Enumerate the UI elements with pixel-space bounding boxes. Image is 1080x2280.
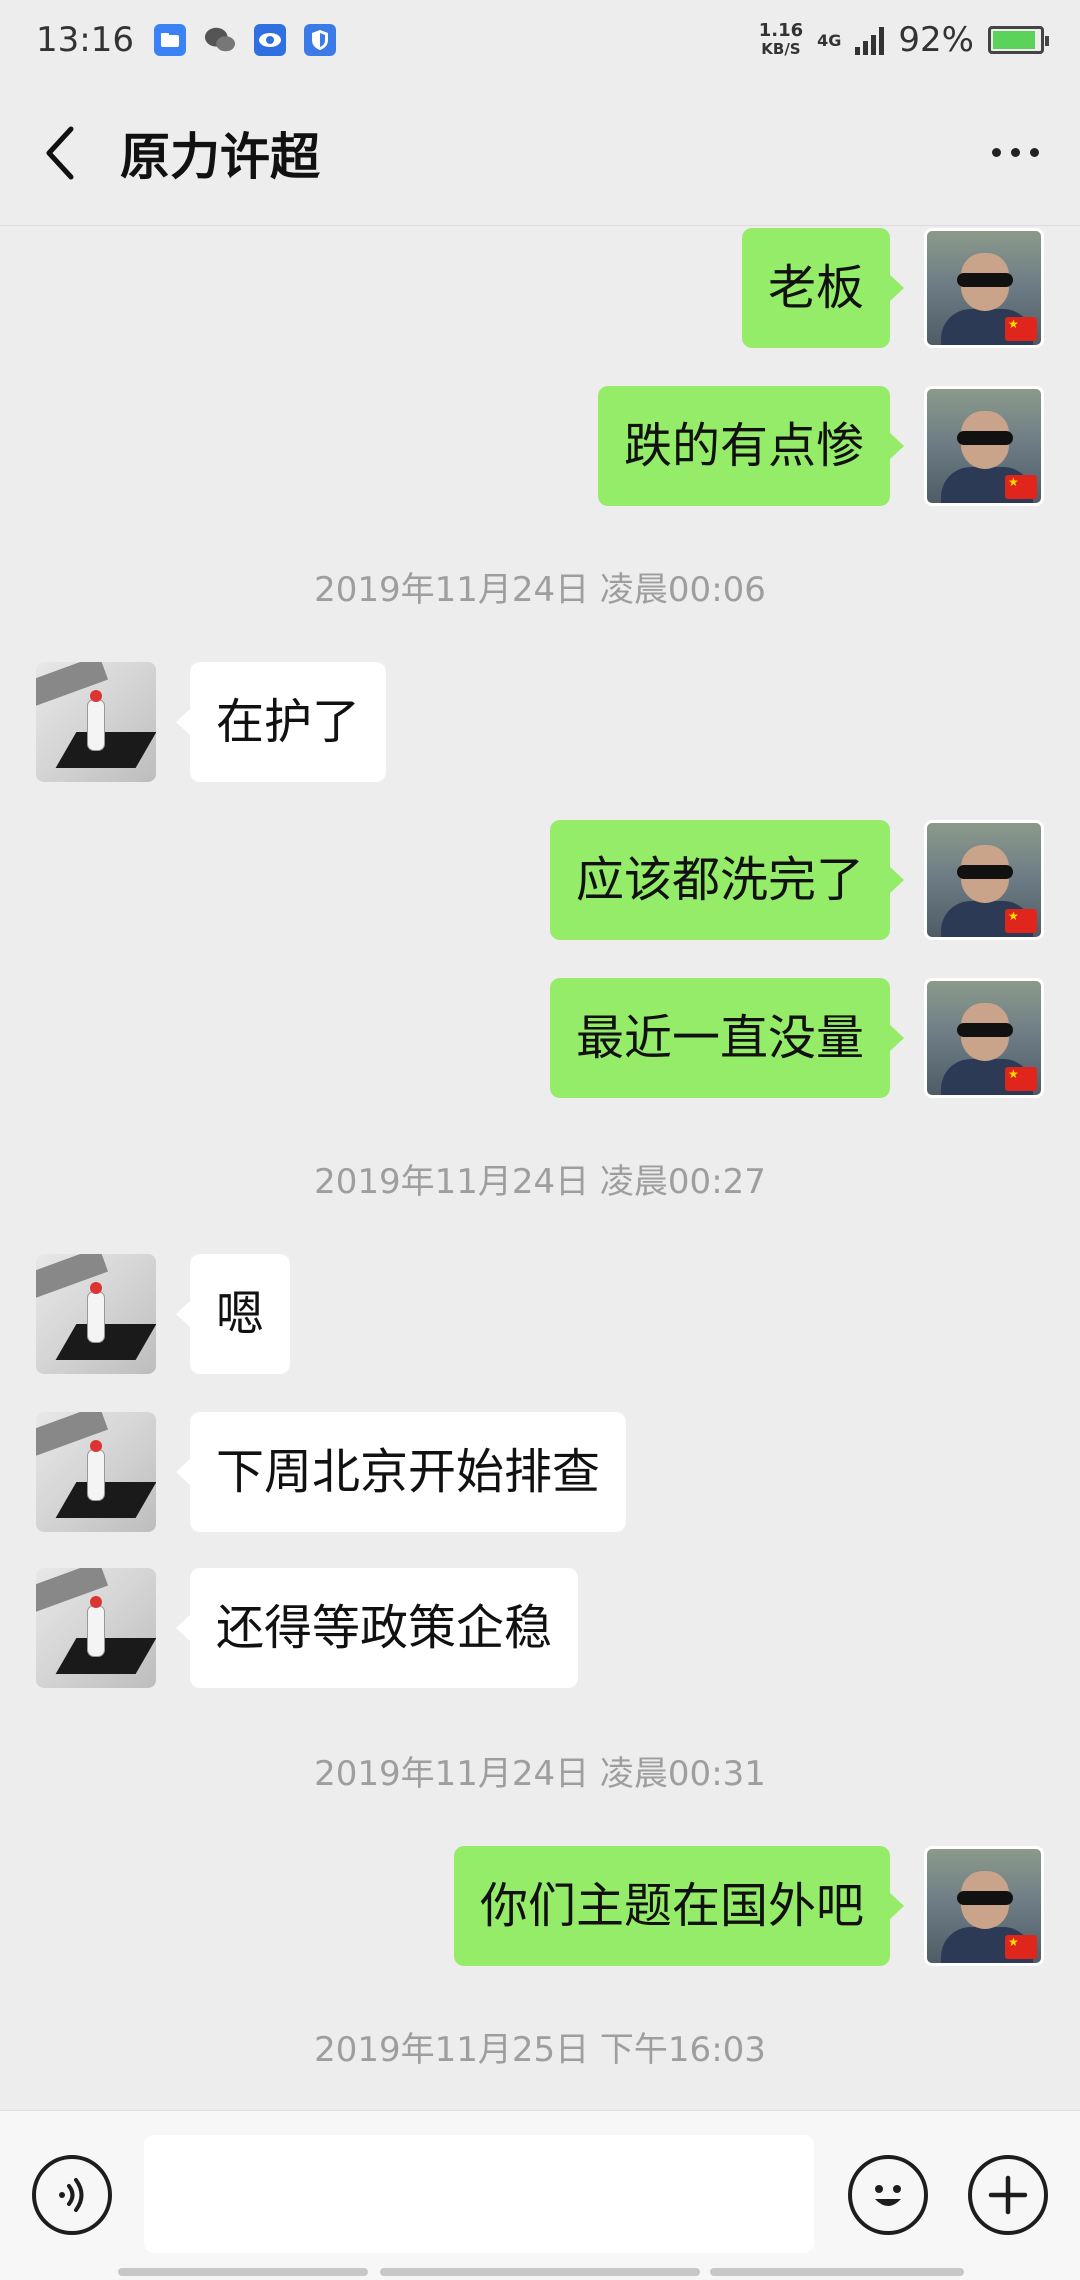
avatar[interactable] <box>924 228 1044 348</box>
message-input[interactable] <box>144 2135 814 2253</box>
chat-title: 原力许超 <box>120 127 320 186</box>
shield-icon <box>303 24 336 56</box>
message-bubble[interactable]: 嗯 <box>175 1254 291 1374</box>
net-speed-unit: KB/S <box>761 40 801 58</box>
avatar[interactable] <box>924 1846 1044 1966</box>
avatar[interactable] <box>924 386 1044 506</box>
more-icon <box>991 148 1001 157</box>
file-manager-icon <box>153 24 186 56</box>
chat-header: 原力许超 <box>0 80 1080 226</box>
back-button[interactable] <box>0 80 120 226</box>
chevron-left-icon <box>46 126 74 179</box>
message-incoming[interactable]: 下周北京开始排查 <box>36 1412 627 1532</box>
message-outgoing[interactable]: 跌的有点惨 <box>597 386 1044 506</box>
avatar[interactable] <box>36 1412 156 1532</box>
avatar[interactable] <box>924 820 1044 940</box>
message-bubble[interactable]: 老板 <box>741 228 905 348</box>
message-bubble[interactable]: 你们主题在国外吧 <box>453 1846 905 1966</box>
message-timestamp: 2019年11月24日 凌晨00:31 <box>314 1754 766 1794</box>
message-bubble[interactable]: 跌的有点惨 <box>597 386 905 506</box>
voice-button[interactable] <box>32 2155 112 2235</box>
nav-hint-bar <box>118 2268 368 2276</box>
message-incoming[interactable]: 嗯 <box>36 1254 291 1374</box>
nav-hint-bar <box>710 2268 964 2276</box>
battery-percent: 92% <box>898 20 974 60</box>
message-outgoing[interactable]: 应该都洗完了 <box>549 820 1044 940</box>
network-type: 4G <box>817 30 842 50</box>
avatar[interactable] <box>36 1568 156 1688</box>
signal-icon <box>855 25 885 55</box>
emoji-button[interactable] <box>848 2155 928 2235</box>
avatar[interactable] <box>36 662 156 782</box>
message-bubble[interactable]: 还得等政策企稳 <box>175 1568 579 1688</box>
wechat-icon <box>204 24 236 56</box>
net-speed-value: 1.16 <box>758 20 804 41</box>
input-bar <box>0 2110 1080 2280</box>
message-incoming[interactable]: 在护了 <box>36 662 387 782</box>
message-timestamp: 2019年11月24日 凌晨00:06 <box>314 570 766 610</box>
avatar[interactable] <box>924 978 1044 1098</box>
voice-icon <box>59 2178 84 2212</box>
plus-button[interactable] <box>968 2155 1048 2235</box>
message-outgoing[interactable]: 你们主题在国外吧 <box>453 1846 1044 1966</box>
message-timestamp: 2019年11月24日 凌晨00:27 <box>314 1162 766 1202</box>
nav-hint-bar <box>380 2268 700 2276</box>
message-outgoing[interactable]: 最近一直没量 <box>549 978 1044 1098</box>
net-speed: 1.16 KB/S <box>758 20 804 59</box>
message-bubble[interactable]: 应该都洗完了 <box>549 820 905 940</box>
message-bubble[interactable]: 最近一直没量 <box>549 978 905 1098</box>
plus-icon <box>988 2175 1028 2215</box>
message-outgoing[interactable]: 老板 <box>741 228 1044 348</box>
emoji-icon <box>875 2185 901 2206</box>
eye-icon <box>253 24 286 56</box>
message-timestamp: 2019年11月25日 下午16:03 <box>314 2030 766 2070</box>
message-incoming[interactable]: 还得等政策企稳 <box>36 1568 579 1688</box>
message-bubble[interactable]: 在护了 <box>175 662 387 782</box>
status-time: 13:16 <box>36 20 134 60</box>
status-bar: 13:16 1.16 KB/S 4G 92% <box>0 0 1080 80</box>
message-bubble[interactable]: 下周北京开始排查 <box>175 1412 627 1532</box>
battery-fill <box>993 31 1036 49</box>
more-button[interactable] <box>950 80 1080 226</box>
avatar[interactable] <box>36 1254 156 1374</box>
chat-messages[interactable]: 老板 跌的有点惨 2019年11月24日 凌晨00:06 在护了 应该都洗完了 … <box>0 226 1080 2110</box>
battery-icon <box>988 26 1049 54</box>
